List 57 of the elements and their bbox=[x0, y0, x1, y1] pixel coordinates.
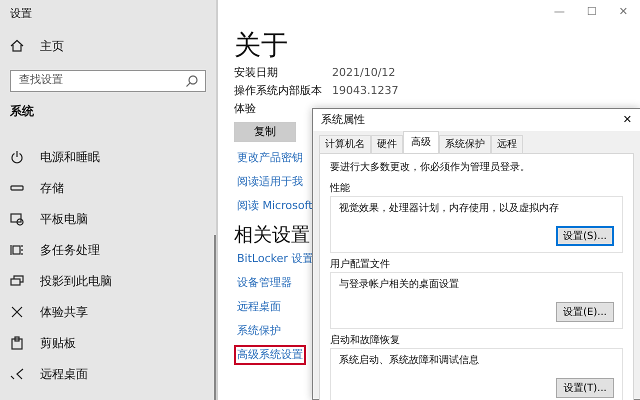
dialog-title: 系统属性 bbox=[321, 112, 365, 128]
spec-label: 安装日期 bbox=[234, 64, 279, 81]
link[interactable]: 远程桌面 bbox=[234, 296, 284, 318]
page-heading: 关于 bbox=[234, 30, 288, 60]
group-description: 系统启动、系统故障和调试信息 bbox=[339, 354, 480, 368]
sidebar-item[interactable]: 多任务处理 bbox=[10, 234, 206, 266]
remote-desktop-icon bbox=[10, 367, 24, 381]
maximize-button[interactable]: ☐ bbox=[586, 4, 597, 20]
multitask-icon bbox=[10, 243, 24, 257]
sidebar-item[interactable]: 远程桌面 bbox=[10, 358, 206, 390]
settings-button[interactable]: 设置(S)... bbox=[556, 226, 614, 246]
app-title: 设置 bbox=[10, 6, 33, 22]
search-icon bbox=[185, 74, 199, 88]
sidebar-item[interactable]: 剪贴板 bbox=[10, 328, 206, 358]
sidebar-item[interactable]: 体验共享 bbox=[10, 296, 206, 328]
group-title: 用户配置文件 bbox=[330, 258, 391, 272]
link[interactable]: 阅读适用于我 bbox=[234, 172, 306, 192]
close-button[interactable]: ✕ bbox=[618, 4, 628, 20]
settings-button[interactable]: 设置(T)... bbox=[556, 378, 614, 398]
close-button[interactable]: ✕ bbox=[622, 112, 632, 128]
spec-value: 19043.1237 bbox=[332, 82, 398, 99]
link[interactable]: 高级系统设置 bbox=[234, 344, 306, 366]
sidebar-item[interactable]: 存储 bbox=[10, 172, 206, 204]
link[interactable]: 阅读 Microsoft bbox=[234, 196, 316, 216]
tab[interactable]: 系统保护 bbox=[439, 135, 491, 153]
section-heading: 系统 bbox=[10, 102, 35, 120]
copy-button[interactable]: 复制 bbox=[234, 122, 296, 142]
admin-note: 要进行大多数更改，你必须作为管理员登录。 bbox=[330, 160, 531, 175]
home-icon bbox=[10, 39, 24, 53]
search-input[interactable]: 查找设置 bbox=[17, 71, 185, 90]
group-description: 与登录帐户相关的桌面设置 bbox=[339, 278, 460, 292]
spec-label: 操作系统内部版本 bbox=[234, 82, 323, 99]
projector-screen-icon bbox=[10, 274, 24, 288]
tab[interactable]: 远程 bbox=[491, 135, 523, 153]
tablet-icon bbox=[10, 212, 24, 226]
spec-value: 2021/10/12 bbox=[332, 64, 396, 81]
link[interactable]: 系统保护 bbox=[234, 320, 284, 342]
group-description: 视觉效果，处理器计划，内存使用，以及虚拟内存 bbox=[339, 202, 560, 216]
link[interactable]: 更改产品密钥 bbox=[234, 148, 306, 168]
sidebar-item[interactable]: 投影到此电脑 bbox=[10, 266, 206, 296]
link[interactable]: BitLocker 设置 bbox=[234, 248, 316, 270]
tab[interactable]: 高级 bbox=[403, 131, 439, 153]
settings-button[interactable]: 设置(E)... bbox=[556, 302, 614, 322]
group-title: 启动和故障恢复 bbox=[330, 334, 401, 348]
sidebar-item[interactable]: 电源和睡眠 bbox=[10, 142, 206, 172]
link[interactable]: 设备管理器 bbox=[234, 272, 295, 294]
home-nav-item[interactable]: 主页 bbox=[10, 30, 206, 62]
clipboard-icon bbox=[10, 336, 24, 350]
search-field[interactable]: 查找设置 bbox=[10, 70, 206, 92]
minimize-button[interactable]: — bbox=[554, 4, 565, 20]
tab[interactable]: 计算机名 bbox=[319, 135, 371, 153]
sidebar-item[interactable]: 平板电脑 bbox=[10, 204, 206, 234]
power-icon bbox=[10, 150, 24, 164]
tab[interactable]: 硬件 bbox=[371, 135, 403, 153]
spec-label: 体验 bbox=[234, 100, 257, 117]
group-title: 性能 bbox=[330, 182, 351, 196]
section-heading: 相关设置 bbox=[234, 224, 310, 247]
